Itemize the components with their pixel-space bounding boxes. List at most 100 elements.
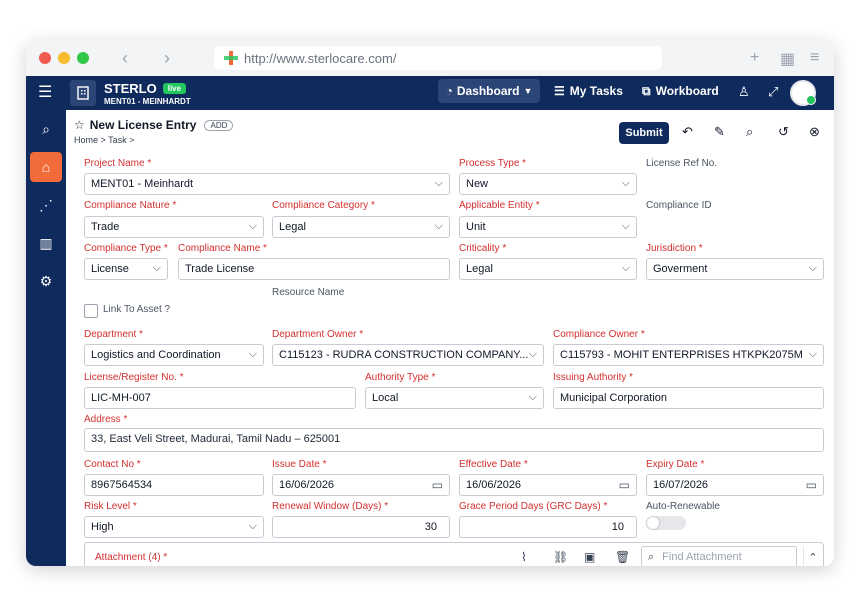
search-icon[interactable]: ⌕ bbox=[746, 124, 753, 140]
authority-type-label: Authority Type * bbox=[365, 372, 436, 383]
project-name-select[interactable]: MENT01 - Meinhardt ⌵ bbox=[84, 173, 450, 195]
url-text: http://www.sterlocare.com/ bbox=[244, 50, 397, 66]
license-no-input[interactable]: LIC-MH-007 bbox=[84, 387, 356, 409]
process-type-select[interactable]: New ⌵ bbox=[459, 173, 637, 195]
caret-down-icon: ▼ bbox=[523, 86, 533, 96]
dashboard-label: Dashboard bbox=[456, 84, 520, 98]
history-icon[interactable]: ↺ bbox=[778, 124, 789, 140]
close-window-button[interactable] bbox=[39, 52, 51, 64]
compliance-name-label: Compliance Name * bbox=[178, 243, 267, 254]
brand: STERLO live MENT01 - MEINHARDT bbox=[70, 80, 191, 106]
calendar-icon[interactable]: ▭ bbox=[806, 478, 817, 492]
trash-icon[interactable]: 🗑 bbox=[615, 550, 630, 564]
avatar[interactable] bbox=[790, 80, 816, 106]
grid-icon[interactable]: ▦ bbox=[780, 49, 795, 69]
sidebar: ⌕ ⌂ ⋰ ▥ ⚙ bbox=[26, 110, 66, 566]
issuing-authority-label: Issuing Authority * bbox=[553, 372, 634, 383]
dashboard-button[interactable]: ◔ Dashboard ▼ bbox=[438, 79, 540, 103]
compliance-nature-label: Compliance Nature * bbox=[84, 200, 177, 211]
chevron-up-icon[interactable]: ⌃ bbox=[803, 546, 822, 566]
resource-name-label: Resource Name bbox=[272, 287, 345, 298]
undo-icon[interactable]: ↶ bbox=[682, 124, 693, 140]
chevron-down-icon: ⌵ bbox=[808, 348, 817, 360]
compliance-name-input[interactable]: Trade License bbox=[178, 258, 450, 280]
department-owner-select[interactable]: C115123 - RUDRA CONSTRUCTION COMPANY... ⌵ bbox=[272, 344, 544, 366]
project-subtitle: MENT01 - MEINHARDT bbox=[104, 96, 191, 106]
renewal-window-input[interactable]: 30 bbox=[272, 516, 450, 538]
site-logo-icon bbox=[224, 51, 238, 65]
new-tab-icon[interactable]: + bbox=[750, 49, 759, 67]
project-name-label: Project Name * bbox=[84, 158, 152, 169]
chevron-down-icon: ⌵ bbox=[808, 262, 817, 274]
submit-button[interactable]: Submit bbox=[619, 122, 669, 144]
breadcrumb[interactable]: Home > Task > bbox=[74, 135, 134, 145]
address-bar[interactable]: http://www.sterlocare.com/ bbox=[214, 46, 662, 70]
sidebar-network-icon[interactable]: ⋰ bbox=[30, 190, 62, 220]
folder-icon[interactable]: ▣ bbox=[584, 550, 595, 564]
menu-icon[interactable]: ≡ bbox=[810, 49, 819, 67]
notification-icon[interactable]: ♙ bbox=[738, 84, 750, 100]
chevron-down-icon: ⌵ bbox=[248, 520, 257, 532]
workboard-button[interactable]: ⧉ Workboard bbox=[642, 79, 719, 103]
my-tasks-button[interactable]: ☰ My Tasks bbox=[554, 79, 623, 103]
my-tasks-label: My Tasks bbox=[569, 84, 623, 98]
compliance-owner-select[interactable]: C115793 - MOHIT ENTERPRISES HTKPK2075M ⌵ bbox=[553, 344, 824, 366]
chevron-down-icon: ⌵ bbox=[434, 220, 443, 232]
auto-renewable-toggle[interactable] bbox=[646, 516, 686, 530]
grace-period-label: Grace Period Days (GRC Days) * bbox=[459, 501, 608, 512]
minimize-window-button[interactable] bbox=[58, 52, 70, 64]
workboard-label: Workboard bbox=[655, 84, 719, 98]
calendar-icon[interactable]: ▭ bbox=[619, 478, 630, 492]
sidebar-search-icon[interactable]: ⌕ bbox=[30, 114, 62, 144]
live-badge: live bbox=[162, 82, 187, 94]
find-attachment-placeholder: Find Attachment bbox=[662, 551, 742, 563]
grace-period-input[interactable]: 10 bbox=[459, 516, 637, 538]
issue-date-label: Issue Date * bbox=[272, 459, 327, 470]
risk-level-select[interactable]: High ⌵ bbox=[84, 516, 264, 538]
auto-renewable-label: Auto-Renewable bbox=[646, 501, 720, 512]
back-icon[interactable]: ‹ bbox=[122, 48, 128, 69]
expiry-date-input[interactable]: 16/07/2026 ▭ bbox=[646, 474, 824, 496]
issue-date-input[interactable]: 16/06/2026 ▭ bbox=[272, 474, 450, 496]
applicable-entity-select[interactable]: Unit ⌵ bbox=[459, 216, 637, 238]
sidebar-home-icon[interactable]: ⌂ bbox=[30, 152, 62, 182]
maximize-window-button[interactable] bbox=[77, 52, 89, 64]
license-no-label: License/Register No. * bbox=[84, 372, 184, 383]
authority-type-select[interactable]: Local ⌵ bbox=[365, 387, 544, 409]
effective-date-label: Effective Date * bbox=[459, 459, 528, 470]
compliance-category-select[interactable]: Legal ⌵ bbox=[272, 216, 450, 238]
link-icon[interactable]: ⛓ bbox=[553, 550, 568, 564]
compliance-category-label: Compliance Category * bbox=[272, 200, 375, 211]
sidebar-settings-icon[interactable]: ⚙ bbox=[30, 266, 62, 296]
effective-date-input[interactable]: 16/06/2026 ▭ bbox=[459, 474, 637, 496]
criticality-select[interactable]: Legal ⌵ bbox=[459, 258, 637, 280]
chevron-down-icon: ⌵ bbox=[248, 220, 257, 232]
browser-window: ‹ › http://www.sterlocare.com/ + ▦ ≡ ☰ S… bbox=[26, 40, 834, 566]
jurisdiction-select[interactable]: Goverment ⌵ bbox=[646, 258, 824, 280]
hamburger-icon[interactable]: ☰ bbox=[38, 82, 52, 102]
compliance-type-select[interactable]: License ⌵ bbox=[84, 258, 168, 280]
edit-icon[interactable]: ✎ bbox=[714, 124, 725, 140]
chevron-down-icon: ⌵ bbox=[621, 262, 630, 274]
forward-icon[interactable]: › bbox=[164, 48, 170, 69]
calendar-icon[interactable]: ▭ bbox=[432, 478, 443, 492]
sidebar-library-icon[interactable]: ▥ bbox=[30, 228, 62, 258]
attachment-label: Attachment (4) * bbox=[95, 552, 168, 563]
paperclip-icon[interactable]: ⌇ bbox=[521, 550, 527, 564]
department-label: Department * bbox=[84, 329, 143, 340]
contact-no-input[interactable]: 8967564534 bbox=[84, 474, 264, 496]
process-type-label: Process Type * bbox=[459, 158, 527, 169]
link-asset-checkbox[interactable] bbox=[84, 304, 98, 318]
issuing-authority-input[interactable]: Municipal Corporation bbox=[553, 387, 824, 409]
compliance-nature-select[interactable]: Trade ⌵ bbox=[84, 216, 264, 238]
page-title-text: New License Entry bbox=[89, 118, 197, 132]
add-badge: ADD bbox=[204, 119, 234, 131]
close-icon[interactable]: ⊗ bbox=[809, 124, 820, 140]
expand-icon[interactable]: ⤢ bbox=[768, 84, 778, 100]
chevron-down-icon: ⌵ bbox=[528, 391, 537, 403]
find-attachment-input[interactable]: ⌕ Find Attachment bbox=[641, 546, 797, 566]
address-textarea[interactable]: 33, East Veli Street, Madurai, Tamil Nad… bbox=[84, 428, 824, 452]
address-label: Address * bbox=[84, 414, 128, 425]
star-icon[interactable]: ☆ bbox=[74, 118, 85, 132]
department-select[interactable]: Logistics and Coordination ⌵ bbox=[84, 344, 264, 366]
